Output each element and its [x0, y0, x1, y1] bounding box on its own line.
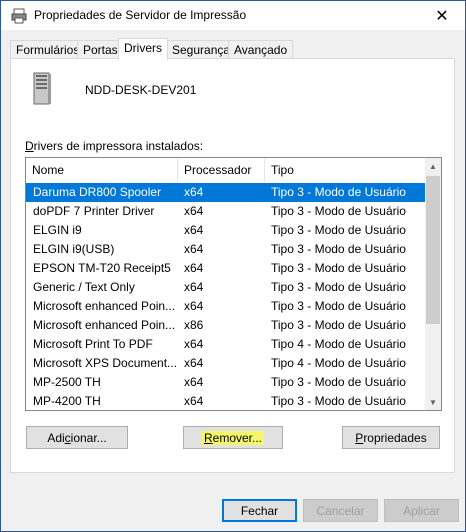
cell-processor: x64 [184, 375, 204, 389]
cell-type: Tipo 3 - Modo de Usuário [271, 223, 406, 237]
cell-processor: x64 [184, 223, 204, 237]
cell-type: Tipo 3 - Modo de Usuário [271, 242, 406, 256]
cell-type: Tipo 3 - Modo de Usuário [271, 394, 406, 408]
table-row[interactable]: Microsoft enhanced Poin... x64 Tipo 3 - Mo… [26, 297, 426, 316]
table-row[interactable]: ELGIN i9(USB) x64 Tipo 3 - Modo de Usuário [26, 240, 426, 259]
table-row[interactable]: Daruma DR800 Spooler x64 Tipo 3 - Modo de … [26, 183, 426, 202]
cell-processor: x86 [184, 318, 204, 332]
cell-name: Microsoft enhanced Poin... [33, 299, 176, 313]
cell-type: Tipo 3 - Modo de Usuário [271, 318, 406, 332]
cell-processor: x64 [184, 280, 204, 294]
cell-type: Tipo 3 - Modo de Usuário [271, 261, 406, 275]
table-row[interactable]: doPDF 7 Printer Driver x64 Tipo 3 - Modo d… [26, 202, 426, 221]
window-title: Propriedades de Servidor de Impressão [34, 8, 247, 22]
cell-name: Generic / Text Only [33, 280, 135, 294]
cell-processor: x64 [184, 204, 204, 218]
cell-name: doPDF 7 Printer Driver [33, 204, 155, 218]
cell-name: ELGIN i9(USB) [33, 242, 115, 256]
cell-processor: x64 [184, 242, 204, 256]
cell-name: Microsoft XPS Document... [33, 356, 178, 370]
cell-processor: x64 [184, 299, 204, 313]
tab-portas[interactable]: Portas [77, 40, 124, 59]
scroll-thumb[interactable] [426, 176, 440, 324]
close-button[interactable]: Fechar [222, 499, 297, 522]
cell-name: ELGIN i9 [33, 223, 82, 237]
cancel-button[interactable]: Cancelar [303, 499, 378, 522]
printer-server-icon [11, 8, 27, 24]
tab-seguranca[interactable]: Segurança [166, 40, 237, 59]
cell-processor: x64 [184, 185, 204, 199]
close-icon: ✕ [435, 7, 449, 25]
table-row[interactable]: Microsoft enhanced Poin... x86 Tipo 3 - Mo… [26, 316, 426, 335]
scroll-down-icon[interactable]: ▼ [425, 394, 441, 410]
cell-processor: x64 [184, 337, 204, 351]
table-row[interactable]: MP-4200 TH x64 Tipo 3 - Modo de Usuário [26, 392, 426, 410]
cell-processor: x64 [184, 356, 204, 370]
table-row[interactable]: Generic / Text Only x64 Tipo 3 - Modo de U… [26, 278, 426, 297]
add-driver-label: Adicionar... [47, 430, 107, 445]
cell-name: Daruma DR800 Spooler [33, 185, 162, 199]
properties-label: Propriedades [355, 430, 427, 445]
apply-button[interactable]: Aplicar [384, 499, 459, 522]
list-header: Nome Processador Tipo [26, 158, 426, 182]
table-row[interactable]: MP-2500 TH x64 Tipo 3 - Modo de Usuário [26, 373, 426, 392]
cell-type: Tipo 4 - Modo de Usuário [271, 356, 406, 370]
properties-button[interactable]: Propriedades [342, 426, 440, 449]
cell-type: Tipo 3 - Modo de Usuário [271, 375, 406, 389]
tab-formularios[interactable]: Formulários [10, 40, 86, 59]
cell-name: Microsoft enhanced Poin... [33, 318, 176, 332]
cell-type: Tipo 3 - Modo de Usuário [271, 185, 406, 199]
drivers-list-label: Drivers de impressora instalados: [25, 139, 204, 153]
server-tower-icon [33, 72, 51, 105]
cell-processor: x64 [184, 394, 204, 408]
add-driver-button[interactable]: Adicionar... [26, 426, 128, 449]
cell-type: Tipo 3 - Modo de Usuário [271, 299, 406, 313]
title-bar: Propriedades de Servidor de Impressão ✕ [0, 0, 466, 30]
vertical-scrollbar[interactable]: ▲ ▼ [425, 158, 441, 410]
column-header-type[interactable]: Tipo [265, 158, 426, 182]
cell-name: EPSON TM-T20 Receipt5 [33, 261, 171, 275]
close-window-button[interactable]: ✕ [419, 1, 465, 30]
table-row[interactable]: ELGIN i9 x64 Tipo 3 - Modo de Usuário [26, 221, 426, 240]
cell-name: MP-4200 TH [33, 394, 101, 408]
column-header-name[interactable]: Nome [26, 158, 178, 182]
table-row[interactable]: Microsoft XPS Document... x64 Tipo 4 - Mod… [26, 354, 426, 373]
cell-name: Microsoft Print To PDF [33, 337, 153, 351]
table-row[interactable]: EPSON TM-T20 Receipt5 x64 Tipo 3 - Modo de… [26, 259, 426, 278]
drivers-listview[interactable]: Nome Processador Tipo Daruma DR800 Spool… [25, 157, 442, 411]
column-header-processor[interactable]: Processador [178, 158, 265, 182]
cell-processor: x64 [184, 261, 204, 275]
cell-type: Tipo 3 - Modo de Usuário [271, 280, 406, 294]
tab-drivers[interactable]: Drivers [118, 38, 168, 60]
cell-type: Tipo 3 - Modo de Usuário [271, 204, 406, 218]
remove-driver-button[interactable]: Remover... [183, 426, 283, 449]
scroll-up-icon[interactable]: ▲ [425, 158, 441, 174]
server-name: NDD-DESK-DEV201 [85, 83, 197, 97]
tab-avancado[interactable]: Avançado [228, 40, 294, 59]
cell-type: Tipo 4 - Modo de Usuário [271, 337, 406, 351]
cell-name: MP-2500 TH [33, 375, 101, 389]
table-row[interactable]: Microsoft Print To PDF x64 Tipo 4 - Modo d… [26, 335, 426, 354]
remove-driver-label: Remover... [201, 430, 265, 445]
